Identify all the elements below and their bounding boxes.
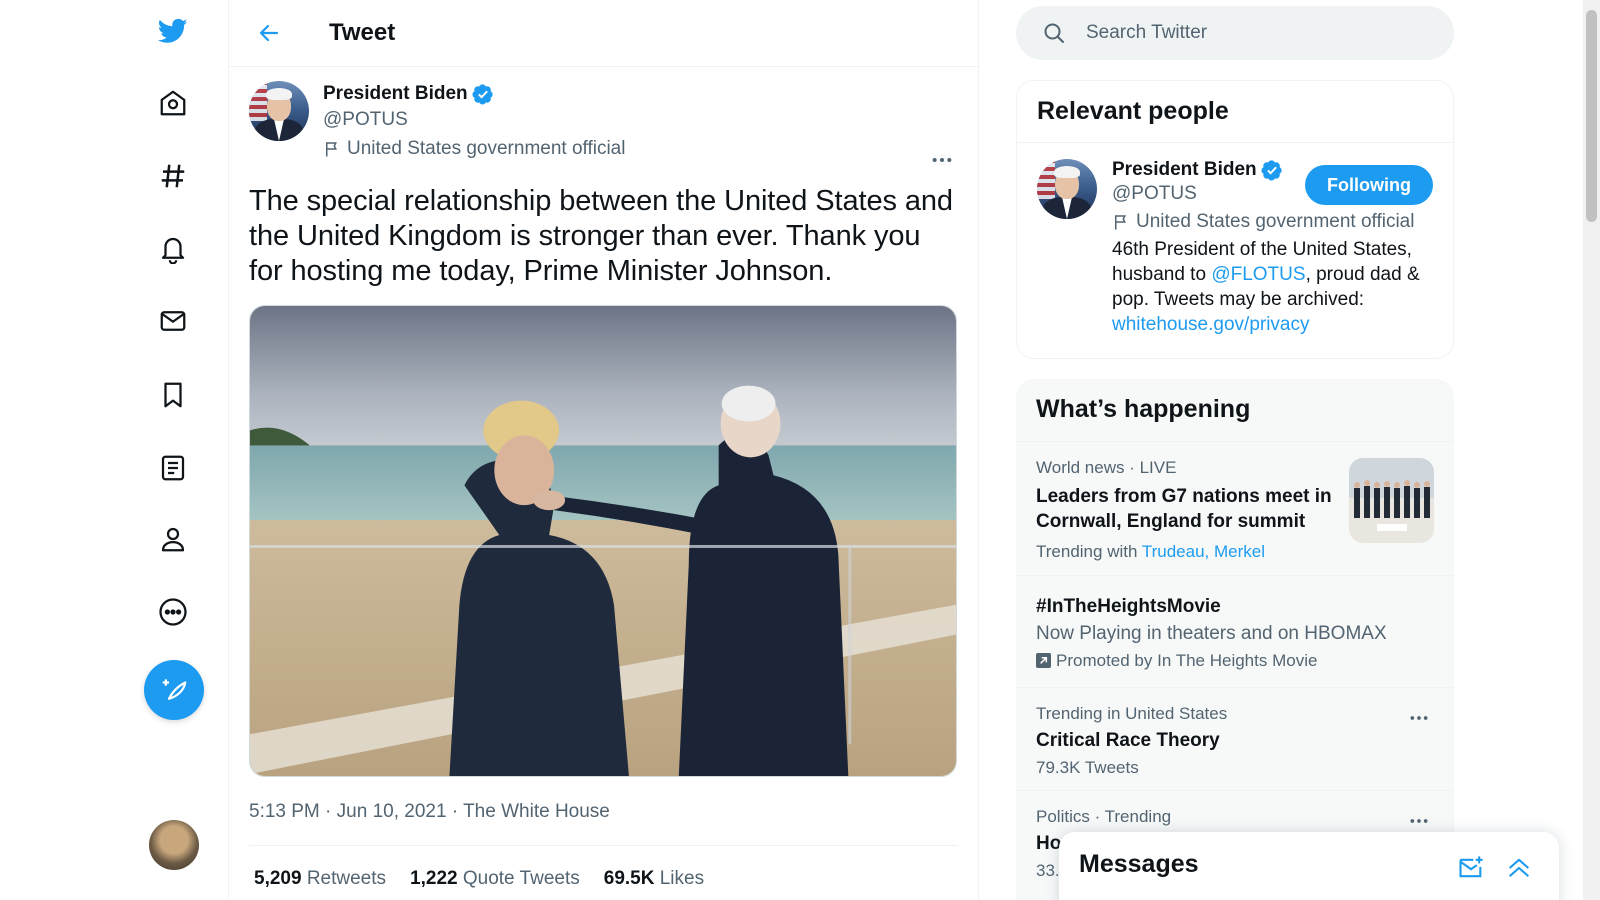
trend-title: Leaders from G7 nations meet in Cornwall…: [1036, 486, 1332, 532]
trend-item[interactable]: Trending in United States Critical Race …: [1016, 688, 1454, 791]
promoted-label: Promoted by In The Heights Movie: [1036, 651, 1434, 671]
chevron-up-icon: [1508, 858, 1530, 877]
trend-more-button[interactable]: [1404, 811, 1434, 831]
trend-item-promoted[interactable]: #InTheHeightsMovie Now Playing in theate…: [1016, 576, 1454, 688]
tweet-more-button[interactable]: [926, 147, 958, 173]
tweet-date[interactable]: Jun 10, 2021: [337, 801, 447, 822]
trend-context: Politics · Trending: [1036, 807, 1172, 826]
author-name[interactable]: President Biden: [323, 83, 468, 105]
trending-with-link[interactable]: Trudeau: [1142, 542, 1205, 561]
tweet: President Biden @POTUS United States gov…: [229, 67, 978, 900]
relevant-person-bio: 46th President of the United States, hus…: [1112, 237, 1432, 337]
bookmarks-icon[interactable]: [144, 366, 202, 424]
account-avatar[interactable]: [149, 820, 199, 870]
tweet-text: The special relationship between the Uni…: [249, 185, 953, 287]
retweets-stat[interactable]: 5,209 Retweets: [254, 868, 386, 890]
compose-icon: [162, 679, 187, 700]
retweets-label: Retweets: [306, 868, 387, 889]
expand-messages-button[interactable]: [1499, 850, 1539, 886]
relevant-people-card: Relevant people President Biden @POTUS U…: [1016, 80, 1454, 359]
messages-icon[interactable]: [144, 292, 202, 350]
more-dots-icon: [1410, 819, 1428, 823]
government-label: United States government official: [1112, 211, 1433, 233]
trending-with-link[interactable]: Merkel: [1214, 542, 1265, 561]
whats-happening-card: What’s happening World news · LIVE Leade…: [1016, 379, 1454, 900]
trending-with-label: Trending with: [1036, 542, 1138, 561]
author-handle[interactable]: @POTUS: [323, 109, 625, 131]
twitter-app: Tweet President Biden @POTUS United Stat…: [0, 0, 1600, 900]
more-dots-icon: [1410, 716, 1428, 720]
following-button[interactable]: Following: [1305, 165, 1433, 205]
page-title: Tweet: [329, 19, 396, 46]
trend-title: Critical Race Theory: [1036, 730, 1220, 751]
quote-tweets-count: 1,222: [410, 868, 458, 889]
retweets-count: 5,209: [254, 868, 302, 889]
search-bar[interactable]: [1016, 6, 1454, 60]
more-icon[interactable]: [144, 583, 202, 641]
tweet-source[interactable]: The White House: [463, 801, 610, 822]
likes-count: 69.5K: [603, 868, 655, 889]
trend-description: Now Playing in theaters and on HBOMAX: [1036, 623, 1387, 644]
trend-context: Trending in United States: [1036, 704, 1228, 723]
search-input[interactable]: [1086, 22, 1406, 44]
tweet-time[interactable]: 5:13 PM: [249, 801, 320, 822]
topbar: Tweet: [229, 0, 978, 67]
tweet-author: President Biden @POTUS United States gov…: [249, 81, 958, 160]
verified-icon: [1261, 160, 1282, 181]
promoted-text: Promoted by In The Heights Movie: [1056, 651, 1318, 670]
whats-happening-title: What’s happening: [1016, 379, 1454, 442]
likes-stat[interactable]: 69.5K Likes: [604, 868, 704, 890]
trend-thumbnail: [1349, 458, 1434, 543]
right-sidebar: Relevant people President Biden @POTUS U…: [1016, 0, 1454, 900]
compose-tweet-button[interactable]: [144, 660, 204, 720]
messages-title: Messages: [1079, 850, 1199, 878]
left-navigation: [0, 0, 229, 900]
trend-tweet-count: 79.3K Tweets: [1036, 758, 1139, 777]
more-dots-icon: [932, 157, 952, 163]
avatar[interactable]: [249, 81, 309, 141]
notifications-icon[interactable]: [144, 220, 202, 278]
profile-icon[interactable]: [144, 510, 202, 568]
verified-icon: [472, 84, 493, 105]
search-icon: [1044, 23, 1064, 43]
bio-url-link[interactable]: whitehouse.gov/privacy: [1112, 314, 1310, 335]
avatar[interactable]: [1037, 159, 1097, 219]
relevant-person-name[interactable]: President Biden: [1112, 159, 1257, 181]
bio-mention-link[interactable]: @FLOTUS: [1211, 264, 1305, 285]
government-label-text: United States government official: [1136, 211, 1415, 232]
trending-with-separator: ,: [1204, 542, 1210, 561]
back-button[interactable]: [249, 13, 289, 53]
quote-tweets-label: Quote Tweets: [462, 868, 580, 889]
new-message-button[interactable]: [1451, 850, 1491, 886]
trend-item[interactable]: World news · LIVE Leaders from G7 nation…: [1016, 442, 1454, 576]
trend-trending-with: Trending with Trudeau, Merkel: [1036, 542, 1434, 562]
promoted-icon: [1036, 653, 1051, 668]
scrollbar[interactable]: [1583, 0, 1600, 900]
new-message-icon: [1459, 856, 1483, 878]
explore-icon[interactable]: [144, 147, 202, 205]
trend-title: #InTheHeightsMovie: [1036, 596, 1221, 617]
tweet-photo[interactable]: [249, 305, 957, 777]
tweet-stats: 5,209 Retweets 1,222 Quote Tweets 69.5K …: [249, 846, 958, 900]
quote-tweets-stat[interactable]: 1,222 Quote Tweets: [410, 868, 580, 890]
back-arrow-icon: [259, 24, 279, 42]
government-label-text: United States government official: [347, 138, 626, 159]
flag-icon: [326, 142, 337, 157]
scrollbar-thumb[interactable]: [1586, 10, 1597, 222]
twitter-logo-icon[interactable]: [144, 2, 202, 60]
likes-label: Likes: [659, 868, 705, 889]
messages-drawer[interactable]: Messages: [1059, 832, 1559, 900]
trend-more-button[interactable]: [1404, 708, 1434, 728]
government-label: United States government official: [323, 138, 625, 160]
relevant-people-title: Relevant people: [1017, 81, 1453, 143]
lists-icon[interactable]: [144, 439, 202, 497]
tweet-meta: 5:13 PM · Jun 10, 2021 · The White House: [249, 801, 958, 846]
main-column: Tweet President Biden @POTUS United Stat…: [229, 0, 979, 900]
flag-icon: [1115, 215, 1126, 230]
home-icon[interactable]: [144, 74, 202, 132]
